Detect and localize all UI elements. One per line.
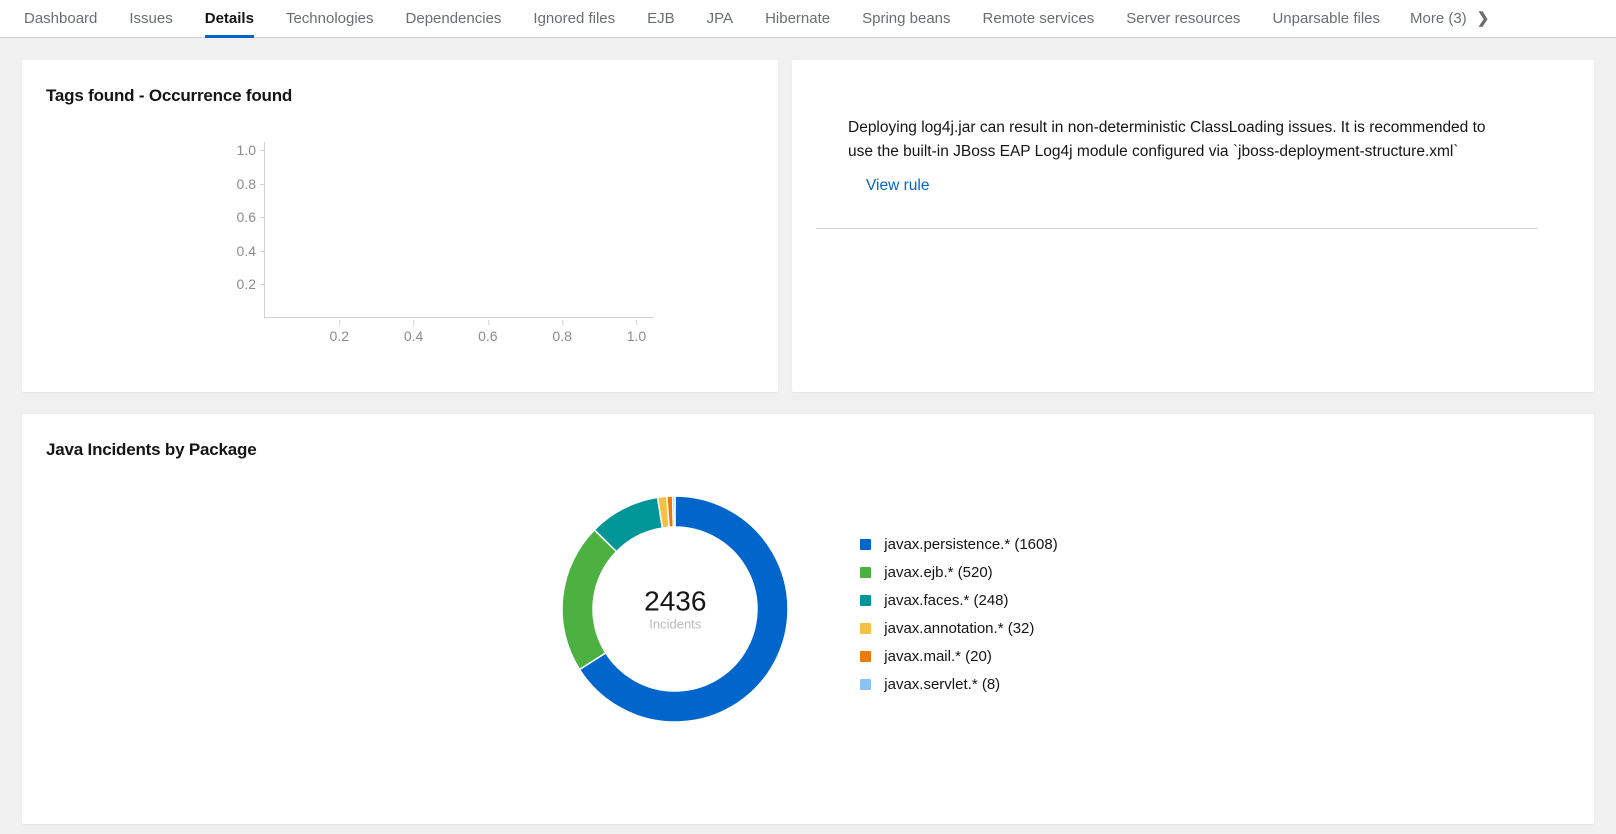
bottom-card-row: Java Incidents by Package 2436 Incidents… [22,414,1594,824]
tab-jpa[interactable]: JPA [691,0,749,37]
legend-swatch-icon [860,595,871,606]
tab-label: Unparsable files [1272,10,1380,27]
tab-technologies[interactable]: Technologies [270,0,390,37]
legend-swatch-icon [860,567,871,578]
page-content: Tags found - Occurrence found 0.2 0.4 0.6 0… [0,38,1616,824]
tab-dependencies[interactable]: Dependencies [390,0,518,37]
tab-label: Dependencies [406,10,502,27]
tags-found-card: Tags found - Occurrence found 0.2 0.4 0.6 0… [22,60,778,392]
top-card-row: Tags found - Occurrence found 0.2 0.4 0.6 0… [22,60,1594,392]
y-axis-tick: 0.2 [237,276,256,292]
legend-label: javax.ejb.* (520) [884,564,992,581]
view-rule-link[interactable]: View rule [866,177,929,195]
tab-label: Server resources [1126,10,1240,27]
tab-label: Remote services [983,10,1095,27]
rule-description-text: Deploying log4j.jar can result in non-de… [848,116,1508,165]
legend-item[interactable]: javax.faces.* (248) [860,586,1057,614]
tags-found-title: Tags found - Occurrence found [46,86,754,106]
legend-label: javax.faces.* (248) [884,592,1008,609]
legend-label: javax.mail.* (20) [884,648,992,665]
tab-server-resources[interactable]: Server resources [1110,0,1256,37]
tab-unparsable-files[interactable]: Unparsable files [1256,0,1396,37]
legend-label: javax.persistence.* (1608) [884,536,1057,553]
java-incidents-by-package-card: Java Incidents by Package 2436 Incidents… [22,414,1594,824]
legend-item[interactable]: javax.annotation.* (32) [860,614,1057,642]
tab-hibernate[interactable]: Hibernate [749,0,846,37]
donut-legend: javax.persistence.* (1608) javax.ejb.* (5… [860,492,1057,698]
tab-spring-beans[interactable]: Spring beans [846,0,966,37]
x-axis-tick: 0.6 [478,328,497,344]
tab-label: Technologies [286,10,374,27]
tab-label: Dashboard [24,10,97,27]
legend-swatch-icon [860,539,871,550]
tab-label: EJB [647,10,675,27]
tab-issues[interactable]: Issues [113,0,188,37]
tab-label: Hibernate [765,10,830,27]
tab-label: Issues [129,10,172,27]
y-axis-tick: 0.4 [237,243,256,259]
rule-body: Deploying log4j.jar can result in non-de… [792,60,1594,195]
tab-dashboard[interactable]: Dashboard [8,0,113,37]
donut-svg [558,492,792,726]
donut-chart-region: 2436 Incidents javax.persistence.* (1608… [22,492,1594,726]
tab-label: JPA [707,10,733,27]
legend-item[interactable]: javax.ejb.* (520) [860,558,1057,586]
tab-remote-services[interactable]: Remote services [967,0,1111,37]
x-axis-tick: 0.4 [404,328,423,344]
legend-swatch-icon [860,623,871,634]
legend-label: javax.annotation.* (32) [884,620,1034,637]
primary-tab-bar: Dashboard Issues Details Technologies Depend… [0,0,1616,38]
legend-item[interactable]: javax.mail.* (20) [860,642,1057,670]
tab-ejb[interactable]: EJB [631,0,691,37]
rule-description-card: Deploying log4j.jar can result in non-de… [792,60,1594,392]
donut-chart: 2436 Incidents [558,492,792,726]
y-axis-tick: 1.0 [237,142,256,158]
rule-divider [816,228,1538,229]
tab-details[interactable]: Details [189,0,270,37]
java-incidents-title: Java Incidents by Package [46,440,1570,460]
legend-item[interactable]: javax.persistence.* (1608) [860,530,1057,558]
x-axis-tick: 1.0 [627,328,646,344]
tags-occurrence-chart: 0.2 0.4 0.6 0.8 1.0 0.2 0.4 0.6 0.8 1.0 [46,134,706,364]
x-axis-tick: 0.8 [552,328,571,344]
tab-more[interactable]: More (3) ❯ [1396,0,1503,37]
donut-slice[interactable] [673,496,675,527]
legend-swatch-icon [860,651,871,662]
tab-more-label: More (3) [1410,10,1467,27]
y-axis-tick: 0.6 [237,209,256,225]
donut-slice[interactable] [562,530,616,670]
plot-axes: 0.20.40.60.81.00.20.40.60.81.0 [264,142,654,318]
legend-label: javax.servlet.* (8) [884,676,1000,693]
chevron-right-icon: ❯ [1477,11,1490,26]
legend-item[interactable]: javax.servlet.* (8) [860,670,1057,698]
y-axis-tick: 0.8 [237,176,256,192]
tabs-container: Dashboard Issues Details Technologies Depend… [8,0,1396,37]
x-axis-tick: 0.2 [330,328,349,344]
tab-label: Spring beans [862,10,950,27]
legend-swatch-icon [860,679,871,690]
tab-label: Details [205,10,254,27]
tab-label: Ignored files [533,10,615,27]
tab-ignored-files[interactable]: Ignored files [517,0,631,37]
